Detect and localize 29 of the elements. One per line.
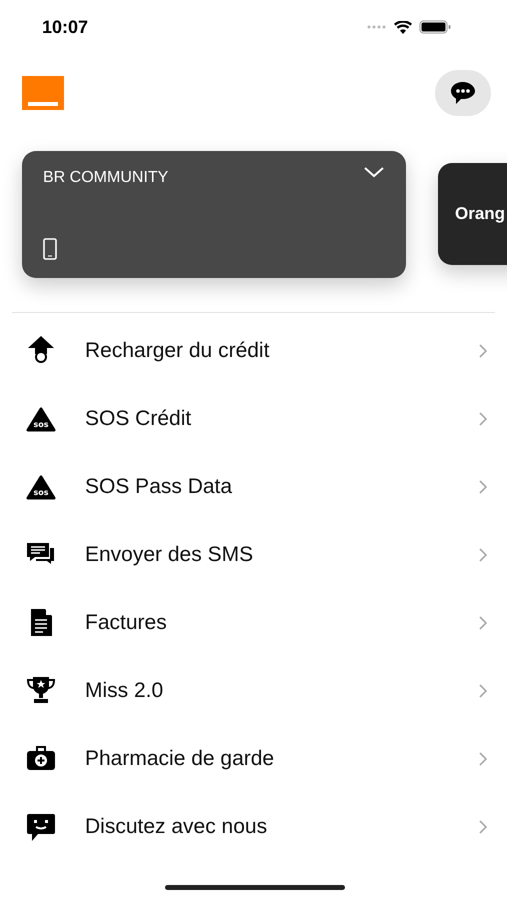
menu-item[interactable]: Factures: [0, 589, 507, 657]
menu-item[interactable]: Miss 2.0: [0, 657, 507, 725]
chat-icon: [450, 81, 476, 105]
menu-item[interactable]: sos SOS Pass Data: [0, 453, 507, 521]
menu-item[interactable]: Discutez avec nous: [0, 793, 507, 861]
chevron-right-icon: [479, 820, 487, 834]
chevron-right-icon: [479, 480, 487, 494]
menu-item[interactable]: sos SOS Crédit: [0, 385, 507, 453]
chevron-icon[interactable]: [364, 166, 384, 178]
chevron-right-icon: [479, 548, 487, 562]
account-name: Orang: [455, 204, 506, 224]
chat-button[interactable]: [435, 70, 491, 116]
account-card[interactable]: BR COMMUNITY: [22, 150, 406, 278]
account-name: BR COMMUNITY: [43, 168, 168, 186]
signal-icon: [367, 25, 387, 29]
phone-icon: [43, 238, 57, 260]
chevron-right-icon: [479, 344, 487, 358]
brand-logo: [22, 76, 64, 110]
chevron-right-icon: [479, 684, 487, 698]
menu-item[interactable]: Pharmacie de garde: [0, 725, 507, 793]
battery-icon: [419, 20, 451, 34]
menu-item[interactable]: Recharger du crédit: [0, 317, 507, 385]
chevron-right-icon: [479, 616, 487, 630]
status-time: 10:07: [42, 16, 88, 38]
menu-item[interactable]: Envoyer des SMS: [0, 521, 507, 589]
chevron-right-icon: [479, 752, 487, 766]
account-card[interactable]: Orang: [438, 163, 507, 265]
wifi-icon: [394, 20, 412, 34]
chevron-right-icon: [479, 412, 487, 426]
